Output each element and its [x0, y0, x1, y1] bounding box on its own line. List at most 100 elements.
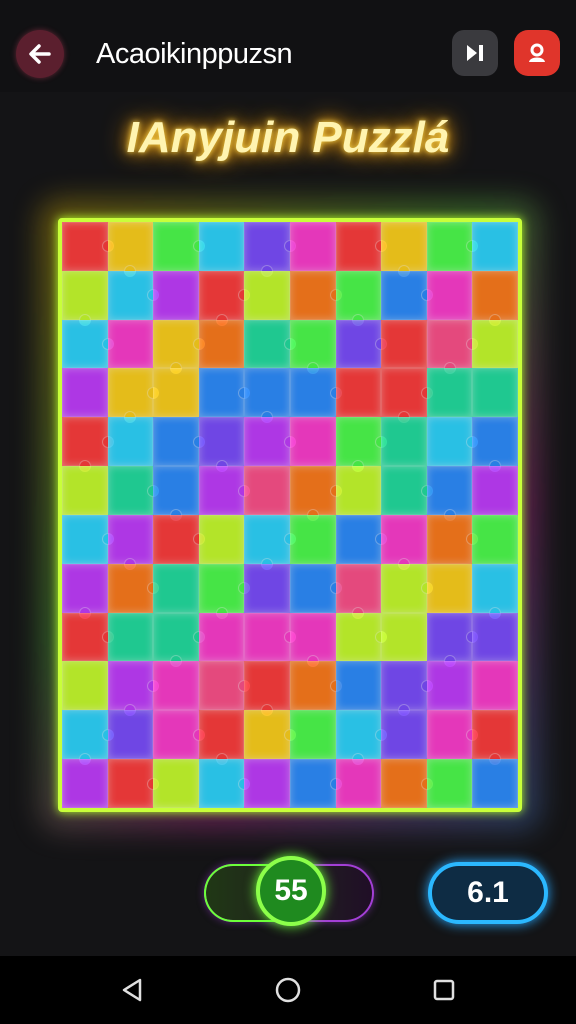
puzzle-piece[interactable]	[472, 466, 518, 515]
puzzle-piece[interactable]	[381, 270, 433, 320]
puzzle-piece[interactable]	[153, 514, 205, 564]
puzzle-piece[interactable]	[153, 417, 205, 467]
puzzle-piece[interactable]	[107, 466, 160, 515]
puzzle-piece[interactable]	[426, 661, 473, 711]
puzzle-piece[interactable]	[426, 710, 479, 760]
puzzle-board[interactable]	[58, 218, 522, 812]
back-button[interactable]	[16, 30, 64, 78]
puzzle-piece[interactable]	[335, 661, 382, 711]
puzzle-piece[interactable]	[426, 612, 479, 668]
puzzle-piece[interactable]	[198, 759, 251, 808]
puzzle-piece[interactable]	[62, 710, 114, 766]
puzzle-piece[interactable]	[107, 710, 154, 760]
puzzle-piece[interactable]	[426, 563, 473, 613]
puzzle-piece[interactable]	[472, 319, 518, 369]
puzzle-piece[interactable]	[244, 612, 296, 662]
puzzle-piece[interactable]	[107, 319, 154, 369]
puzzle-piece[interactable]	[335, 563, 382, 619]
puzzle-piece[interactable]	[426, 466, 473, 521]
puzzle-piece[interactable]	[107, 759, 160, 808]
puzzle-piece[interactable]	[244, 563, 290, 613]
profile-button[interactable]	[514, 30, 560, 76]
puzzle-piece[interactable]	[107, 270, 160, 320]
puzzle-piece[interactable]	[62, 466, 108, 515]
nav-back-button[interactable]	[112, 970, 152, 1010]
puzzle-piece[interactable]	[289, 710, 336, 760]
puzzle-piece[interactable]	[153, 563, 199, 613]
puzzle-piece[interactable]	[153, 368, 199, 418]
puzzle-piece[interactable]	[289, 222, 336, 271]
puzzle-piece[interactable]	[198, 661, 251, 711]
puzzle-piece[interactable]	[472, 612, 518, 662]
puzzle-piece[interactable]	[381, 661, 433, 717]
puzzle-piece[interactable]	[107, 222, 154, 277]
puzzle-piece[interactable]	[289, 759, 342, 808]
puzzle-piece[interactable]	[244, 222, 296, 277]
puzzle-piece[interactable]	[107, 612, 154, 662]
nav-home-button[interactable]	[268, 970, 308, 1010]
puzzle-piece[interactable]	[198, 612, 245, 662]
puzzle-piece[interactable]	[289, 563, 342, 613]
puzzle-piece[interactable]	[198, 514, 245, 564]
puzzle-piece[interactable]	[335, 368, 382, 418]
puzzle-piece[interactable]	[198, 222, 245, 271]
puzzle-piece[interactable]	[244, 270, 290, 320]
puzzle-piece[interactable]	[62, 759, 108, 808]
puzzle-piece[interactable]	[472, 368, 518, 418]
puzzle-piece[interactable]	[289, 661, 342, 711]
puzzle-piece[interactable]	[198, 563, 251, 619]
puzzle-piece[interactable]	[472, 514, 518, 564]
puzzle-piece[interactable]	[62, 514, 114, 564]
puzzle-piece[interactable]	[426, 759, 473, 808]
puzzle-piece[interactable]	[472, 661, 518, 711]
puzzle-piece[interactable]	[107, 368, 160, 424]
puzzle-piece[interactable]	[244, 319, 296, 369]
puzzle-piece[interactable]	[381, 466, 433, 515]
puzzle-piece[interactable]	[335, 222, 388, 271]
puzzle-piece[interactable]	[381, 222, 427, 277]
puzzle-piece[interactable]	[472, 222, 518, 271]
puzzle-piece[interactable]	[426, 417, 479, 467]
puzzle-piece[interactable]	[153, 759, 199, 808]
puzzle-piece[interactable]	[107, 563, 160, 613]
puzzle-piece[interactable]	[472, 563, 518, 619]
puzzle-piece[interactable]	[62, 319, 114, 369]
puzzle-piece[interactable]	[335, 319, 388, 369]
puzzle-piece[interactable]	[426, 319, 479, 375]
puzzle-piece[interactable]	[289, 514, 336, 564]
puzzle-piece[interactable]	[381, 612, 427, 662]
puzzle-piece[interactable]	[381, 368, 433, 424]
puzzle-piece[interactable]	[244, 514, 296, 570]
puzzle-piece[interactable]	[62, 270, 108, 326]
puzzle-piece[interactable]	[198, 466, 251, 515]
puzzle-piece[interactable]	[335, 417, 388, 473]
puzzle-piece[interactable]	[62, 222, 114, 271]
puzzle-piece[interactable]	[153, 466, 199, 521]
puzzle-piece[interactable]	[244, 368, 290, 424]
puzzle-piece[interactable]	[244, 661, 290, 717]
puzzle-piece[interactable]	[335, 270, 382, 326]
puzzle-piece[interactable]	[244, 417, 296, 467]
puzzle-piece[interactable]	[198, 270, 251, 326]
puzzle-piece[interactable]	[335, 759, 382, 808]
nav-recents-button[interactable]	[424, 970, 464, 1010]
puzzle-piece[interactable]	[153, 710, 205, 760]
puzzle-piece[interactable]	[153, 612, 205, 668]
puzzle-piece[interactable]	[62, 417, 114, 473]
score-counter[interactable]: 55	[256, 856, 326, 926]
puzzle-piece[interactable]	[289, 612, 336, 668]
puzzle-piece[interactable]	[472, 759, 518, 808]
puzzle-piece[interactable]	[335, 612, 388, 662]
puzzle-piece[interactable]	[62, 563, 108, 619]
puzzle-piece[interactable]	[426, 368, 473, 418]
puzzle-piece[interactable]	[244, 759, 290, 808]
puzzle-piece[interactable]	[107, 417, 154, 467]
puzzle-piece[interactable]	[381, 514, 427, 570]
puzzle-piece[interactable]	[198, 319, 245, 369]
puzzle-piece[interactable]	[289, 368, 342, 418]
puzzle-piece[interactable]	[289, 319, 336, 375]
puzzle-piece[interactable]	[472, 270, 518, 326]
puzzle-piece[interactable]	[381, 710, 427, 760]
puzzle-piece[interactable]	[153, 222, 205, 271]
puzzle-piece[interactable]	[289, 466, 342, 521]
